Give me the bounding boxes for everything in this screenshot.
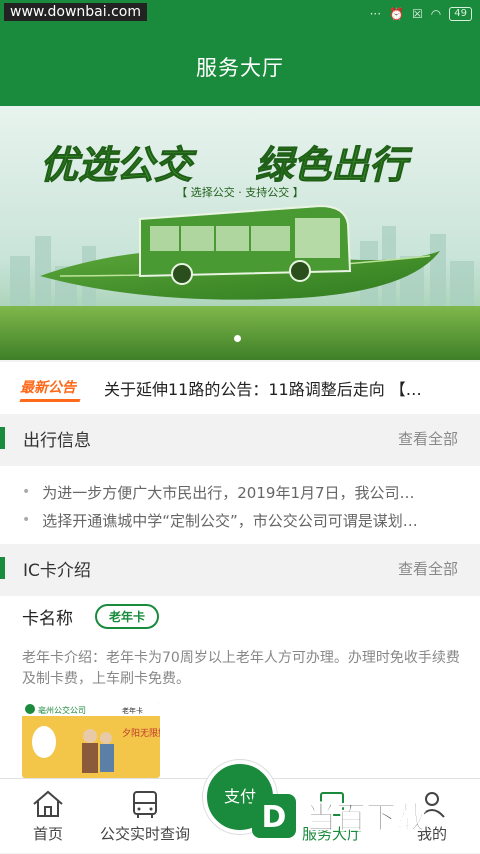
tab-home[interactable]: 首页 — [20, 779, 76, 854]
travel-section-header: 出行信息 查看全部 — [0, 414, 480, 462]
travel-item-text: 选择开通谯城中学“定制公交”，市公交公司可谓是谋划… — [42, 511, 418, 530]
tab-realtime[interactable]: 公交实时查询 — [94, 779, 196, 854]
card-name-label: 卡名称 — [22, 609, 73, 629]
dots-icon: ··· — [369, 7, 382, 21]
status-icons: ··· ⏰ ☒ ◠ 49 — [370, 7, 472, 21]
bus-icon — [133, 791, 157, 818]
wifi-icon: ◠ — [430, 7, 442, 21]
ic-card-panel[interactable]: 卡名称 老年卡 老年卡介绍：老年卡为70周岁以上老年人方可办理。办理时免收手续费… — [0, 596, 480, 778]
notice-bar[interactable]: 最新公告 关于延伸11路的公告：11路调整后走向 【… — [0, 362, 480, 414]
card-type-text: 老年卡 — [122, 706, 143, 715]
ic-section-header: IC卡介绍 查看全部 — [0, 544, 480, 592]
travel-view-all-link[interactable]: 查看全部 — [398, 428, 458, 449]
notice-text[interactable]: 关于延伸11路的公告：11路调整后走向 【… — [104, 376, 459, 400]
notice-badge: 最新公告 — [20, 377, 82, 399]
list-item[interactable]: • 选择开通谯城中学“定制公交”，市公交公司可谓是谋划… — [22, 506, 460, 534]
tab-home-label: 首页 — [32, 825, 63, 843]
ic-section-title: IC卡介绍 — [23, 560, 91, 581]
banner-headline-right: 绿色出行 — [255, 143, 413, 187]
watermark-logo-text: 当百下载 — [306, 801, 426, 836]
home-icon — [33, 790, 63, 817]
tab-realtime-label: 公交实时查询 — [99, 825, 190, 843]
svg-text:D: D — [262, 800, 287, 835]
card-slogan: 夕阳无限好 — [122, 727, 160, 739]
section-accent-bar — [0, 427, 5, 449]
banner-dot-1[interactable] — [234, 335, 241, 342]
watermark-logo: D 当百下载 — [244, 786, 480, 846]
travel-section-title: 出行信息 — [23, 430, 91, 451]
card-type-tag[interactable]: 老年卡 — [95, 604, 160, 629]
bullet-icon: • — [22, 512, 31, 528]
page-title: 服务大厅 — [196, 56, 284, 80]
section-accent-bar — [0, 557, 5, 579]
list-item[interactable]: • 为进一步方便广大市民出行，2019年1月7日，我公司… — [22, 478, 460, 506]
banner-subline: 【 选择公交 · 支持公交 】 — [176, 185, 303, 199]
watermark-url: www.downbai.com — [4, 3, 147, 21]
card-image: 亳州公交公司 老年卡 夕阳无限好 — [22, 702, 160, 778]
battery-icon: 49 — [449, 7, 472, 21]
travel-item-text: 为进一步方便广大市民出行，2019年1月7日，我公司… — [42, 483, 415, 502]
bullet-icon: • — [22, 484, 31, 500]
card-name-row: 卡名称 老年卡 — [22, 604, 160, 629]
card-company: 亳州公交公司 — [38, 705, 86, 715]
status-bar: www.downbai.com ··· ⏰ ☒ ◠ 49 — [0, 0, 480, 30]
app-header: 服务大厅 — [0, 30, 480, 106]
no-sim-icon: ☒ — [412, 7, 423, 21]
promo-banner[interactable]: 优选公交 绿色出行 【 选择公交 · 支持公交 】 — [0, 106, 480, 360]
bus-illustration — [139, 204, 352, 285]
travel-list: • 为进一步方便广大市民出行，2019年1月7日，我公司… • 选择开通谯城中学… — [0, 466, 480, 544]
ic-view-all-link[interactable]: 查看全部 — [398, 558, 458, 579]
alarm-icon: ⏰ — [389, 7, 405, 21]
card-description: 老年卡介绍：老年卡为70周岁以上老年人方可办理。办理时免收手续费及制卡费，上车刷… — [22, 650, 460, 687]
banner-headline-left: 优选公交 — [40, 143, 197, 187]
banner-illustration: 优选公交 绿色出行 【 选择公交 · 支持公交 】 — [0, 106, 480, 360]
